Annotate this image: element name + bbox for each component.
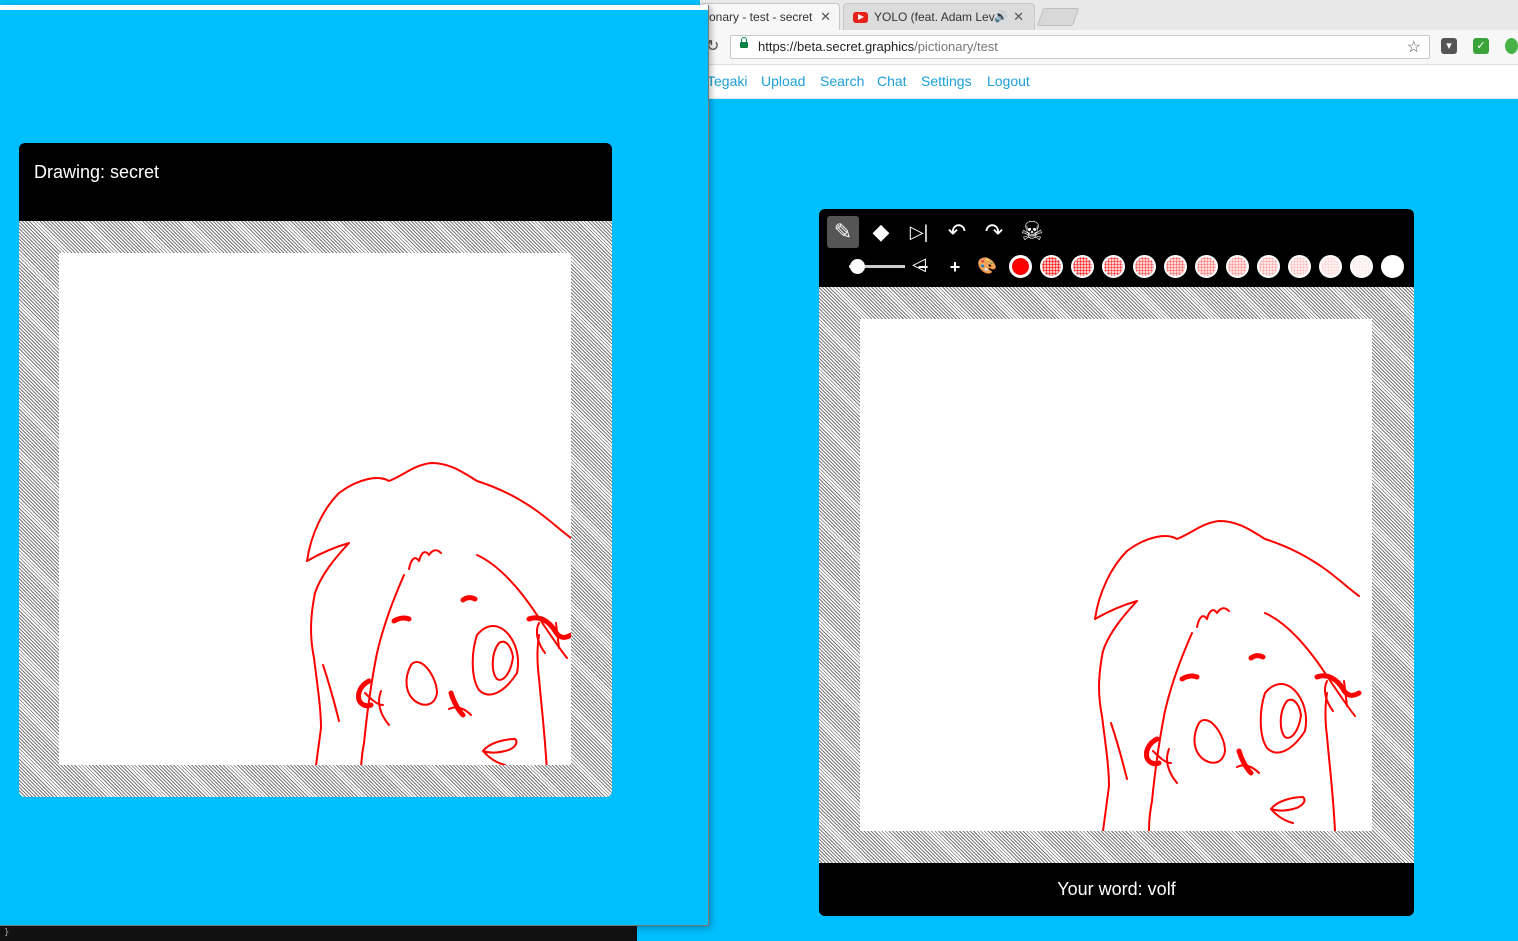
eraser-icon[interactable]: ◆: [865, 216, 897, 248]
youtube-icon: [853, 12, 868, 23]
close-icon[interactable]: ✕: [1013, 4, 1024, 30]
tab-label: onary - test - secret: [709, 10, 813, 24]
pocket-icon[interactable]: ▾: [1441, 38, 1457, 54]
sketch-drawing: [59, 253, 571, 765]
checkmark-extension-icon[interactable]: ✓: [1473, 38, 1489, 54]
drawing-toolbar: ✎ ◆ ▷|◁ ↶ ↷ ☠ − + 🎨: [819, 209, 1414, 287]
speaker-icon[interactable]: 🔊: [994, 4, 1008, 30]
drawing-preview-window: Drawing: secret: [0, 5, 709, 926]
size-increase-button[interactable]: +: [944, 255, 966, 279]
new-tab-button[interactable]: [1036, 8, 1080, 26]
pencil-icon[interactable]: ✎: [827, 216, 859, 248]
tab-label: YOLO (feat. Adam Lev: [874, 10, 995, 24]
color-swatch[interactable]: [1288, 255, 1311, 278]
window-title-edge: [0, 5, 708, 10]
color-swatch[interactable]: [1226, 255, 1249, 278]
nav-tegaki[interactable]: Tegaki: [707, 73, 747, 89]
nav-chat[interactable]: Chat: [877, 73, 907, 89]
palette-icon[interactable]: 🎨: [976, 255, 998, 279]
preview-header: Drawing: secret: [19, 143, 612, 221]
color-swatch[interactable]: [1350, 255, 1373, 278]
slider-handle[interactable]: [850, 259, 865, 274]
color-swatch[interactable]: [1040, 255, 1063, 278]
color-swatch[interactable]: [1133, 255, 1156, 278]
undo-icon[interactable]: ↶: [941, 216, 973, 248]
color-swatch[interactable]: [1319, 255, 1342, 278]
your-word-label: Your word: volf: [819, 863, 1414, 916]
color-swatch[interactable]: [1009, 255, 1032, 278]
nav-settings[interactable]: Settings: [921, 73, 972, 89]
color-swatch[interactable]: [1071, 255, 1094, 278]
terminal-strip: [0, 926, 637, 941]
close-icon[interactable]: ✕: [820, 4, 831, 30]
bookmark-star-icon[interactable]: ☆: [1407, 37, 1421, 57]
lock-icon: [740, 37, 748, 48]
color-swatch[interactable]: [1381, 255, 1404, 278]
tab-youtube[interactable]: YOLO (feat. Adam Lev 🔊 ✕: [843, 3, 1035, 30]
preview-canvas: [59, 253, 571, 765]
drawing-panel: ✎ ◆ ▷|◁ ↶ ↷ ☠ − + 🎨 Your word: volf: [819, 209, 1414, 916]
mirror-icon[interactable]: ▷|◁: [903, 216, 935, 274]
drawing-title: Drawing: secret: [34, 162, 160, 182]
color-swatch[interactable]: [1257, 255, 1280, 278]
nav-search[interactable]: Search: [820, 73, 864, 89]
url-text: https://beta.secret.graphics/pictionary/…: [758, 39, 998, 54]
nav-upload[interactable]: Upload: [761, 73, 805, 89]
tab-pictionary[interactable]: onary - test - secret ✕: [700, 3, 840, 30]
redo-icon[interactable]: ↷: [978, 216, 1010, 248]
sketch-drawing: [860, 319, 1372, 831]
skull-icon[interactable]: ☠: [1016, 215, 1048, 247]
color-swatch[interactable]: [1195, 255, 1218, 278]
drawing-canvas[interactable]: [860, 319, 1372, 831]
extension-icon[interactable]: [1505, 38, 1518, 54]
color-swatch[interactable]: [1102, 255, 1125, 278]
address-bar[interactable]: https://beta.secret.graphics/pictionary/…: [730, 35, 1430, 59]
preview-panel: Drawing: secret: [19, 143, 612, 797]
terminal-text: }: [4, 928, 10, 938]
color-swatch[interactable]: [1164, 255, 1187, 278]
nav-logout[interactable]: Logout: [987, 73, 1030, 89]
size-decrease-button[interactable]: −: [912, 255, 934, 279]
